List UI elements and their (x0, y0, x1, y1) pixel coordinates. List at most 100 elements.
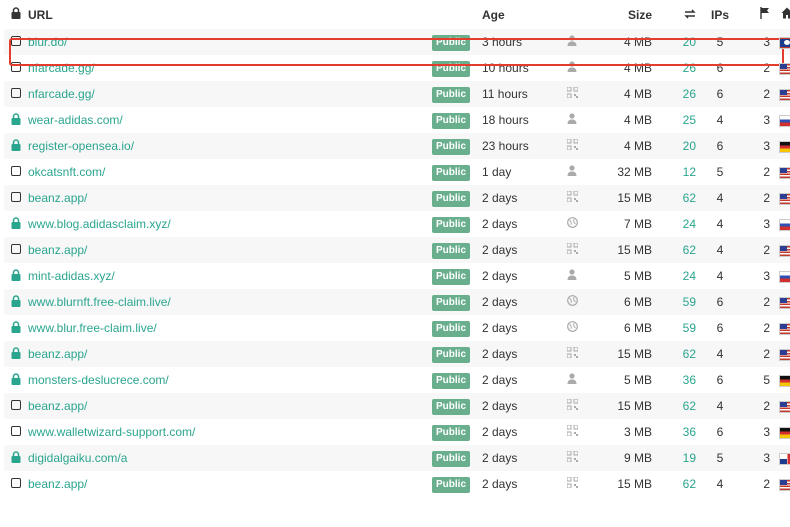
visibility-badge: Public (432, 86, 471, 103)
url-link[interactable]: www.blur.free-claim.live/ (28, 321, 157, 335)
size-header[interactable]: Size (592, 0, 658, 29)
url-link[interactable]: beanz.app/ (28, 347, 87, 361)
countries-cell: 2 (763, 477, 770, 491)
age-cell: 2 days (482, 425, 518, 439)
url-link[interactable]: beanz.app/ (28, 191, 87, 205)
checkbox[interactable] (4, 159, 28, 185)
ips-header[interactable]: IPs (700, 0, 740, 29)
lock-icon (4, 315, 28, 341)
links-cell[interactable]: 62 (658, 185, 700, 211)
table-row[interactable]: beanz.app/Public 2 days 15 MB 62 4 2 (4, 471, 790, 497)
visibility-badge: Public (432, 242, 471, 259)
table-row[interactable]: okcatsnft.com/Public 1 day 32 MB 12 5 2 (4, 159, 790, 185)
url-link[interactable]: nfarcade.gg/ (28, 61, 95, 75)
table-row[interactable]: beanz.app/Public 2 days 15 MB 62 4 2 (4, 393, 790, 419)
table-row[interactable]: beanz.app/Public 2 days 15 MB 62 4 2 (4, 237, 790, 263)
size-cell: 4 MB (592, 29, 658, 55)
age-cell: 2 days (478, 237, 552, 263)
checkbox[interactable] (4, 81, 28, 107)
links-cell[interactable]: 62 (658, 471, 700, 497)
links-cell[interactable]: 20 (658, 29, 700, 55)
age-cell: 11 hours (478, 81, 552, 107)
url-link[interactable]: blur.do/ (28, 35, 67, 49)
url-link[interactable]: beanz.app/ (28, 243, 87, 257)
url-link[interactable]: wear-adidas.com/ (28, 113, 123, 127)
links-cell[interactable]: 19 (658, 445, 700, 471)
table-row[interactable]: nfarcade.gg/Public 11 hours 4 MB 26 6 2 (4, 81, 790, 107)
url-link[interactable]: www.blog.adidasclaim.xyz/ (28, 217, 171, 231)
swap-arrows-icon[interactable] (658, 0, 700, 29)
links-cell[interactable]: 20 (658, 133, 700, 159)
visibility-header (432, 0, 478, 29)
qr-code-icon (552, 237, 592, 263)
country-flag-icon (778, 88, 790, 101)
table-row[interactable]: blur.do/Public 3 hours 4 MB 20 5 3 (4, 29, 790, 55)
links-cell[interactable]: 59 (658, 289, 700, 315)
lock-icon (4, 107, 28, 133)
countries-cell: 2 (763, 165, 770, 179)
visibility-badge: Public (432, 294, 471, 311)
checkbox[interactable] (4, 185, 28, 211)
url-link[interactable]: beanz.app/ (28, 477, 87, 491)
home-icon[interactable] (774, 0, 790, 29)
table-row[interactable]: beanz.app/Public 2 days 15 MB 62 4 2 (4, 341, 790, 367)
checkbox[interactable] (4, 393, 28, 419)
table-row[interactable]: beanz.app/Public 2 days 15 MB 62 4 2 (4, 185, 790, 211)
countries-cell: 2 (740, 341, 774, 367)
url-link[interactable]: okcatsnft.com/ (28, 165, 105, 179)
url-link[interactable]: register-opensea.io/ (28, 139, 134, 153)
links-cell[interactable]: 24 (658, 263, 700, 289)
table-row[interactable]: www.blog.adidasclaim.xyz/Public 2 days 7 M… (4, 211, 790, 237)
checkbox[interactable] (4, 55, 28, 81)
links-cell[interactable]: 36 (658, 419, 700, 445)
links-cell[interactable]: 36 (658, 367, 700, 393)
url-header[interactable]: URL (28, 0, 432, 29)
table-row[interactable]: www.blurnft.free-claim.live/Public 2 days… (4, 289, 790, 315)
age-header[interactable]: Age (478, 0, 552, 29)
checkbox[interactable] (4, 419, 28, 445)
url-link[interactable]: mint-adidas.xyz/ (28, 269, 115, 283)
table-row[interactable]: digidalgaiku.com/a Public 2 days 9 MB 19 5 3 (4, 445, 790, 471)
countries-cell: 2 (740, 393, 774, 419)
links-cell[interactable]: 59 (658, 315, 700, 341)
url-link[interactable]: digidalgaiku.com/a (28, 451, 127, 465)
links-cell[interactable]: 26 (658, 55, 700, 81)
size-cell: 32 MB (617, 165, 652, 179)
ips-cell: 4 (700, 185, 740, 211)
table-row[interactable]: nfarcade.gg/Public 10 hours 4 MB 26 6 2 (4, 55, 790, 81)
table-row[interactable]: www.walletwizard-support.com/Public 2 day… (4, 419, 790, 445)
table-row[interactable]: wear-adidas.com/Public 18 hours 4 MB 25 4 3 (4, 107, 790, 133)
table-row[interactable]: www.blur.free-claim.live/Public 2 days 6 M… (4, 315, 790, 341)
links-cell[interactable]: 62 (658, 237, 700, 263)
age-cell: 2 days (478, 393, 552, 419)
visibility-badge: Public (432, 112, 471, 129)
url-link[interactable]: www.blurnft.free-claim.live/ (28, 295, 171, 309)
url-link[interactable]: nfarcade.gg/ (28, 87, 95, 101)
links-cell[interactable]: 26 (658, 81, 700, 107)
url-link[interactable]: monsters-deslucrece.com/ (28, 373, 169, 387)
url-link[interactable]: www.walletwizard-support.com/ (28, 425, 195, 439)
links-cell[interactable]: 24 (658, 211, 700, 237)
visibility-badge: Public (432, 476, 471, 493)
url-link[interactable]: beanz.app/ (28, 399, 87, 413)
links-cell[interactable]: 25 (658, 107, 700, 133)
country-flag-icon (778, 140, 790, 153)
checkbox[interactable] (4, 237, 28, 263)
countries-cell: 2 (740, 289, 774, 315)
flag-icon[interactable] (740, 0, 774, 29)
countries-cell: 2 (763, 61, 770, 75)
ips-cell: 4 (700, 237, 740, 263)
checkbox[interactable] (4, 471, 28, 497)
countries-cell: 3 (740, 29, 774, 55)
table-row[interactable]: monsters-deslucrece.com/Public 2 days 5 MB… (4, 367, 790, 393)
size-cell: 7 MB (623, 217, 652, 231)
links-cell[interactable]: 62 (658, 393, 700, 419)
country-flag-icon (778, 452, 790, 465)
table-row[interactable]: mint-adidas.xyz/Public 2 days 5 MB 24 4 3 (4, 263, 790, 289)
checkbox[interactable] (4, 29, 28, 55)
links-cell[interactable]: 12 (658, 159, 700, 185)
qr-code-icon (552, 185, 592, 211)
ips-cell: 4 (716, 217, 724, 231)
links-cell[interactable]: 62 (658, 341, 700, 367)
table-row[interactable]: register-opensea.io/Public 23 hours 4 MB 20… (4, 133, 790, 159)
